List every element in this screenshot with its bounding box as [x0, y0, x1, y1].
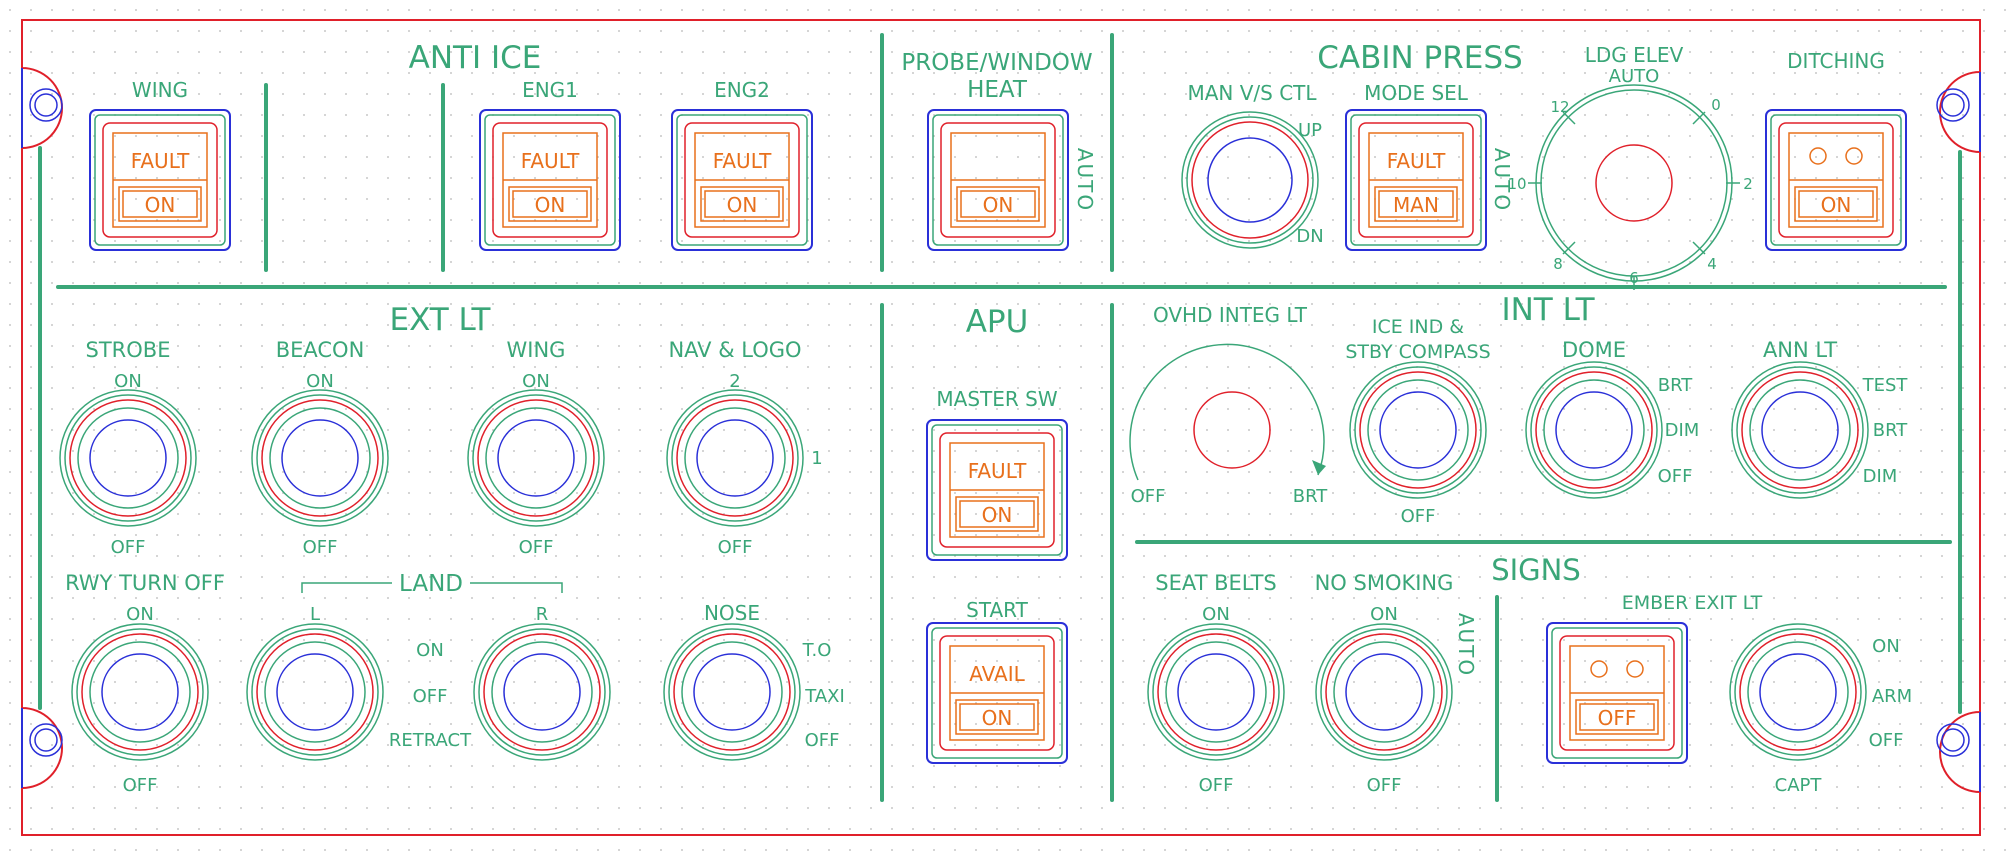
eng1-anti-ice-label: ENG1 [522, 78, 578, 102]
land-l-label: L [310, 604, 320, 625]
apu-title: APU [966, 304, 1029, 340]
emer-exit-arm-label: ARM [1872, 686, 1912, 707]
probe-heat-title: HEAT [967, 77, 1028, 103]
fault-legend: FAULT [713, 149, 772, 173]
nav-logo-2-label: 2 [729, 371, 740, 392]
mode-sel-label: MODE SEL [1364, 81, 1469, 105]
on-legend: ON [982, 503, 1013, 527]
nav-logo-label: NAV & LOGO [668, 338, 801, 362]
ann-lt-test-label: TEST [1862, 375, 1909, 396]
ann-lt-dim-label: DIM [1863, 466, 1898, 487]
seat-belts-off-label: OFF [1199, 775, 1234, 796]
emer-exit-off-label: OFF [1869, 730, 1904, 751]
man-vs-up-label: UP [1298, 120, 1322, 141]
dome-label: DOME [1562, 338, 1626, 362]
ice-ind-off-label: OFF [1401, 506, 1436, 527]
nose-taxi-label: TAXI [804, 686, 845, 707]
int-lt-title: INT LT [1501, 292, 1595, 328]
ldg-elev-tick-0: 0 [1711, 96, 1721, 114]
man-vs-dn-label: DN [1296, 226, 1323, 247]
seat-belts-on-label: ON [1202, 604, 1230, 625]
man-legend: MAN [1393, 193, 1439, 217]
ann-lt-brt-label: BRT [1873, 420, 1909, 441]
land-r-label: R [536, 604, 549, 625]
ext-lt-title: EXT LT [389, 302, 491, 338]
wing-lt-label: WING [507, 338, 566, 362]
anti-ice-title: ANTI ICE [409, 40, 542, 76]
ldg-elev-tick-6: 6 [1629, 269, 1639, 287]
ovhd-integ-lt-label: OVHD INTEG LT [1153, 303, 1308, 327]
no-smoking-off-label: OFF [1367, 775, 1402, 796]
strobe-on-label: ON [114, 371, 142, 392]
probe-window-title: PROBE/WINDOW [901, 50, 1092, 76]
stby-compass-label: STBY COMPASS [1345, 341, 1490, 363]
nose-to-label: T.O [802, 640, 832, 661]
emer-exit-capt-label: CAPT [1775, 775, 1823, 796]
on-legend: ON [983, 193, 1014, 217]
rwy-turn-off-off-label: OFF [123, 775, 158, 796]
ditching-label: DITCHING [1787, 49, 1885, 73]
ice-ind-label: ICE IND & [1372, 316, 1464, 338]
ann-lt-label: ANN LT [1763, 338, 1837, 362]
ldg-elev-auto-label: AUTO [1609, 66, 1660, 87]
ldg-elev-tick-12: 12 [1550, 98, 1569, 116]
ldg-elev-tick-10: 10 [1507, 175, 1526, 193]
beacon-label: BEACON [276, 338, 365, 362]
emer-exit-on-label: ON [1872, 636, 1900, 657]
ovhd-integ-brt-label: BRT [1293, 486, 1329, 507]
on-legend: ON [535, 193, 566, 217]
on-legend: ON [727, 193, 758, 217]
wing-anti-ice-label: WING [132, 78, 188, 102]
nav-logo-off-label: OFF [718, 537, 753, 558]
dome-dim-label: DIM [1665, 420, 1700, 441]
cabin-press-title: CABIN PRESS [1317, 40, 1522, 76]
land-label: LAND [399, 571, 463, 597]
man-vs-ctl-label: MAN V/S CTL [1187, 81, 1317, 105]
on-legend: ON [1821, 193, 1852, 217]
wing-lt-off-label: OFF [519, 537, 554, 558]
no-smoking-label: NO SMOKING [1315, 571, 1454, 595]
nose-off-label: OFF [805, 730, 840, 751]
fault-legend: FAULT [968, 459, 1027, 483]
overhead-panel-drawing: ANTI ICE PROBE/WINDOW HEAT CABIN PRESS E… [0, 0, 2007, 853]
probe-heat-auto-label: AUTO [1073, 148, 1097, 212]
ldg-elev-label: LDG ELEV [1585, 43, 1684, 67]
land-off-label: OFF [413, 686, 448, 707]
ldg-elev-tick-4: 4 [1707, 255, 1717, 273]
rwy-turn-off-on-label: ON [126, 604, 154, 625]
signs-title: SIGNS [1491, 553, 1581, 587]
off-legend: OFF [1598, 706, 1637, 730]
nose-label: NOSE [704, 601, 760, 625]
rwy-turn-off-label: RWY TURN OFF [65, 571, 225, 595]
strobe-label: STROBE [86, 338, 171, 362]
strobe-off-label: OFF [111, 537, 146, 558]
on-legend: ON [982, 706, 1013, 730]
seat-belts-label: SEAT BELTS [1155, 571, 1276, 595]
apu-master-sw-label: MASTER SW [936, 387, 1057, 411]
no-smoking-auto-label: AUTO [1454, 613, 1478, 677]
on-legend: ON [145, 193, 176, 217]
beacon-on-label: ON [306, 371, 334, 392]
wing-lt-on-label: ON [522, 371, 550, 392]
apu-start-label: START [966, 598, 1028, 622]
land-retract-label: RETRACT [389, 730, 472, 751]
eng2-anti-ice-label: ENG2 [714, 78, 770, 102]
emer-exit-lt-label: EMBER EXIT LT [1622, 592, 1763, 614]
fault-legend: FAULT [131, 149, 190, 173]
fault-legend: FAULT [1387, 149, 1446, 173]
ldg-elev-tick-8: 8 [1553, 255, 1563, 273]
ldg-elev-tick-2: 2 [1743, 175, 1753, 193]
overhead-panel: ANTI ICE PROBE/WINDOW HEAT CABIN PRESS E… [0, 0, 2007, 853]
dome-off-label: OFF [1658, 466, 1693, 487]
fault-legend: FAULT [521, 149, 580, 173]
avail-legend: AVAIL [969, 662, 1025, 686]
ovhd-integ-off-label: OFF [1131, 486, 1166, 507]
nav-logo-1-label: 1 [811, 448, 822, 469]
beacon-off-label: OFF [303, 537, 338, 558]
land-on-label: ON [416, 640, 444, 661]
no-smoking-on-label: ON [1370, 604, 1398, 625]
dome-brt-label: BRT [1658, 375, 1694, 396]
